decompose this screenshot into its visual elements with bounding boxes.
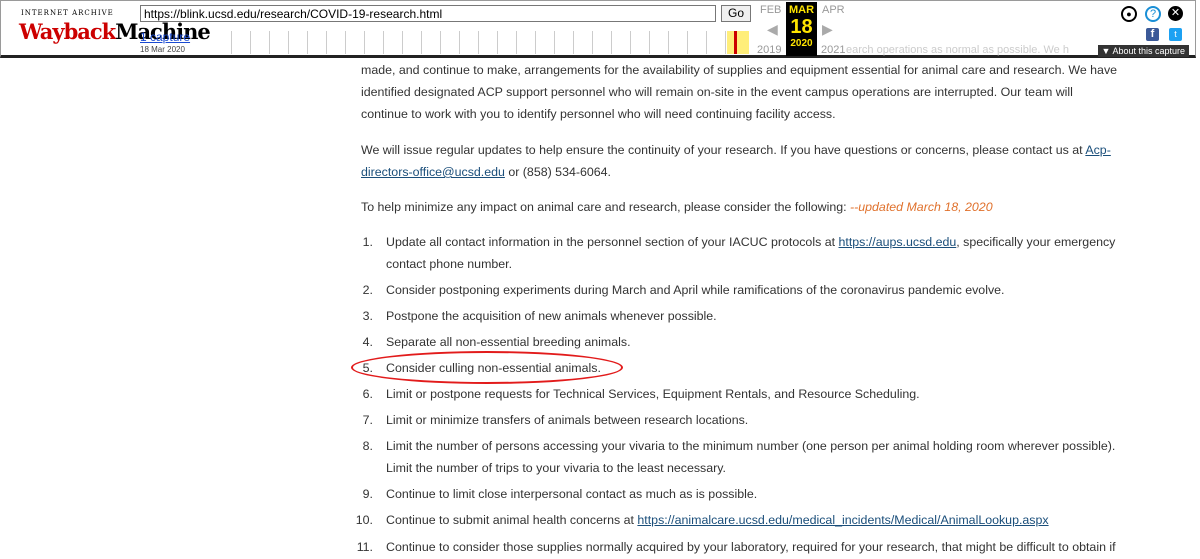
current-date-box: MAR 18 2020 [786,2,817,56]
animalcare-link[interactable]: https://animalcare.ucsd.edu/medical_inci… [637,513,1048,527]
triangle-down-icon: ▼ [1101,46,1113,56]
close-icon[interactable]: ✕ [1168,6,1183,21]
prev-month[interactable]: FEB [760,4,781,16]
current-day: 18 [790,16,813,38]
contact-paragraph: We will issue regular updates to help en… [361,143,1111,157]
paragraph-line: made, and continue to make, arrangements… [361,63,1118,77]
next-arrow-icon[interactable]: ▶ [822,21,833,38]
wayback-toolbar: INTERNET ARCHIVE WaybackMachine https://… [0,0,1196,58]
current-year: 2020 [790,38,813,49]
email-link[interactable]: directors-office@ucsd.edu [361,165,505,179]
twitter-icon[interactable]: t [1169,28,1182,41]
capture-sparkline[interactable] [213,31,753,54]
about-capture-button[interactable]: ▼ About this capture [1097,45,1189,57]
list-item-text: Update all contact information in the pe… [386,235,1116,249]
prev-arrow-icon[interactable]: ◀ [767,21,778,38]
captures-link[interactable]: 1 capture [140,30,190,44]
paragraph-line: identified designated ACP support person… [361,85,1073,99]
contact-paragraph-2: directors-office@ucsd.edu or (858) 534-6… [361,165,611,179]
account-icon[interactable]: ● [1121,6,1137,22]
next-year[interactable]: 2021 [821,44,845,56]
intro-paragraph: To help minimize any impact on animal ca… [361,200,993,214]
url-input[interactable]: https://blink.ucsd.edu/research/COVID-19… [140,5,716,22]
red-highlight-circle [351,351,623,384]
facebook-icon[interactable]: f [1146,28,1159,41]
paragraph-line: continue to work with you to identify pe… [361,107,836,121]
sparkline-highlight [727,31,749,54]
go-button[interactable]: Go [721,5,751,22]
email-link[interactable]: Acp- [1085,143,1110,157]
current-month: MAR [788,4,815,16]
help-icon[interactable]: ? [1145,6,1161,22]
wayback-logo[interactable]: INTERNET ARCHIVE WaybackMachine [15,7,211,47]
sparkline-marker [734,31,737,54]
capture-date: 18 Mar 2020 [140,45,185,54]
page-text-behind-toolbar: earch operations as normal as possible. … [846,44,1069,56]
prev-year[interactable]: 2019 [757,44,781,56]
logo-top-text: INTERNET ARCHIVE [21,9,114,17]
updated-note: --updated March 18, 2020 [850,200,993,214]
next-month[interactable]: APR [822,4,845,16]
aups-link[interactable]: https://aups.ucsd.edu [839,235,957,249]
